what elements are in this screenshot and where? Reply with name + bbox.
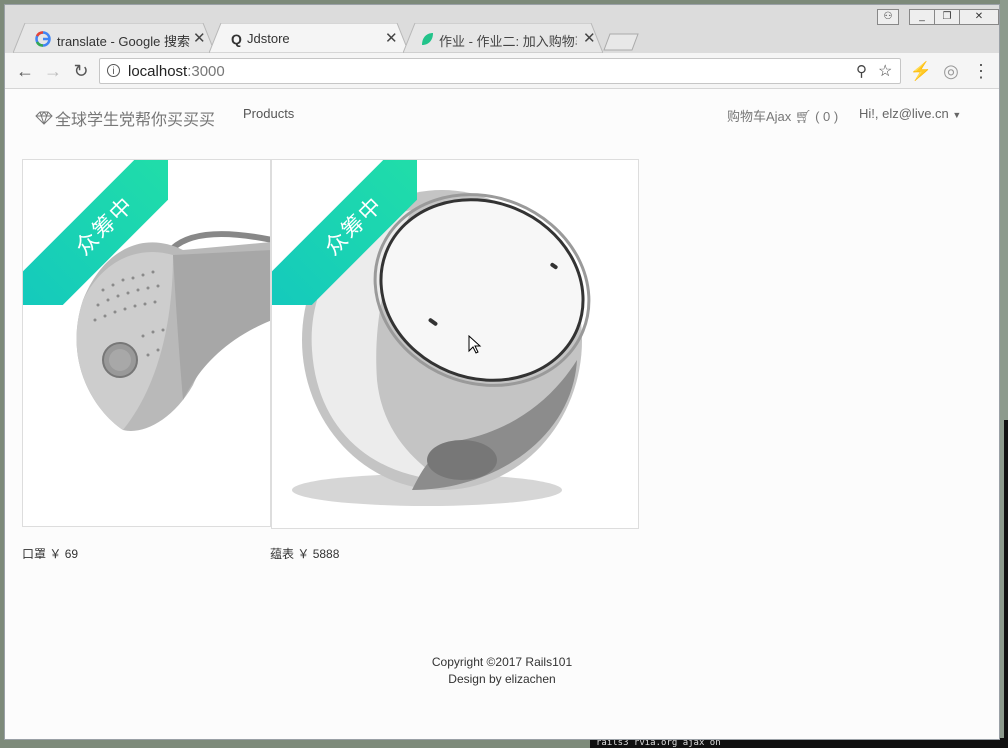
product-caption[interactable]: 口罩 ￥ 69: [22, 545, 78, 562]
close-tab-icon[interactable]: ✕: [385, 29, 398, 47]
url-host: localhost: [128, 63, 188, 80]
minimize-button[interactable]: _: [909, 9, 935, 25]
product-price: ￥ 5888: [297, 547, 340, 561]
desktop-terminal-edge: [1004, 420, 1008, 748]
tab-strip: translate - Google 搜索 ✕ Q Jdstore ✕ 作业 -…: [5, 5, 999, 53]
close-window-button[interactable]: ✕: [959, 9, 999, 25]
cart-count: ( 0 ): [815, 109, 839, 124]
site-navbar: 全球学生党帮你买买买 Products 购物车Ajax 🛒︎ ( 0 ) Hi!…: [5, 89, 999, 139]
extension-icon[interactable]: ⚡: [909, 59, 933, 83]
tab-homework[interactable]: 作业 - 作业二: 加入购物车 ✕: [403, 23, 603, 53]
ribbon-label: 众筹中: [23, 160, 168, 305]
browser-toolbar: ← → ↻ i localhost:3000 ⚲ ☆ ⚡ ◎ ⋮: [5, 53, 999, 89]
tab-title: 作业 - 作业二: 加入购物车: [439, 34, 577, 49]
brand-link[interactable]: 全球学生党帮你买买买: [35, 106, 215, 130]
product-name: 口罩: [22, 547, 47, 561]
crowdfunding-ribbon: 众筹中: [272, 160, 417, 305]
tab-jdstore[interactable]: Q Jdstore ✕: [209, 23, 409, 53]
footer-design: Design by elizachen: [448, 672, 556, 686]
zoom-icon[interactable]: ⚲: [856, 62, 867, 80]
tab-title: Jdstore: [247, 31, 290, 46]
close-tab-icon[interactable]: ✕: [193, 29, 206, 47]
crowdfunding-ribbon: 众筹中: [23, 160, 168, 305]
user-dropdown[interactable]: Hi!, elz@live.cn ▼: [859, 106, 961, 121]
maximize-button[interactable]: ❐: [934, 9, 960, 25]
browser-window: translate - Google 搜索 ✕ Q Jdstore ✕ 作业 -…: [4, 4, 1000, 740]
brand-text: 全球学生党帮你买买买: [55, 112, 216, 129]
extension-globe-icon[interactable]: ◎: [939, 59, 963, 83]
info-icon[interactable]: i: [107, 64, 120, 77]
menu-kebab-icon[interactable]: ⋮: [969, 59, 993, 83]
profile-icon[interactable]: ⚇: [877, 9, 899, 25]
leaf-icon: [419, 31, 435, 47]
reload-icon[interactable]: ↻: [69, 59, 93, 83]
ribbon-label: 众筹中: [272, 160, 417, 305]
product-name: 蕴表: [270, 547, 295, 561]
product-card[interactable]: 众筹中: [271, 159, 639, 529]
tab-google[interactable]: translate - Google 搜索 ✕: [13, 23, 215, 53]
bookmark-star-icon[interactable]: ☆: [878, 61, 892, 81]
mouse-cursor-icon: [468, 335, 482, 354]
diamond-icon: [35, 111, 53, 125]
back-arrow-icon[interactable]: ←: [13, 59, 37, 83]
new-tab-button[interactable]: [603, 33, 639, 51]
url-text: localhost:3000: [128, 63, 225, 80]
user-greeting: Hi!, elz@live.cn: [859, 106, 949, 121]
cart-label: 购物车Ajax: [727, 109, 792, 124]
close-tab-icon[interactable]: ✕: [583, 29, 596, 47]
forward-arrow-icon[interactable]: →: [41, 59, 65, 83]
caret-down-icon: ▼: [952, 110, 962, 120]
url-port: :3000: [187, 63, 225, 80]
google-icon: [35, 31, 51, 47]
cart-icon: 🛒︎: [794, 109, 812, 124]
product-caption[interactable]: 蕴表 ￥ 5888: [270, 545, 339, 562]
address-bar[interactable]: i localhost:3000 ⚲ ☆: [99, 58, 901, 84]
product-price: ￥ 69: [49, 547, 79, 561]
jdstore-icon: Q: [231, 31, 242, 47]
cart-link[interactable]: 购物车Ajax 🛒︎ ( 0 ): [727, 106, 838, 125]
footer-copyright: Copyright ©2017 Rails101: [431, 655, 573, 669]
products-link[interactable]: Products: [243, 106, 294, 121]
product-card[interactable]: 众筹中: [22, 159, 271, 527]
page-content: 全球学生党帮你买买买 Products 购物车Ajax 🛒︎ ( 0 ) Hi!…: [5, 89, 999, 739]
tab-title: translate - Google 搜索: [57, 34, 190, 49]
